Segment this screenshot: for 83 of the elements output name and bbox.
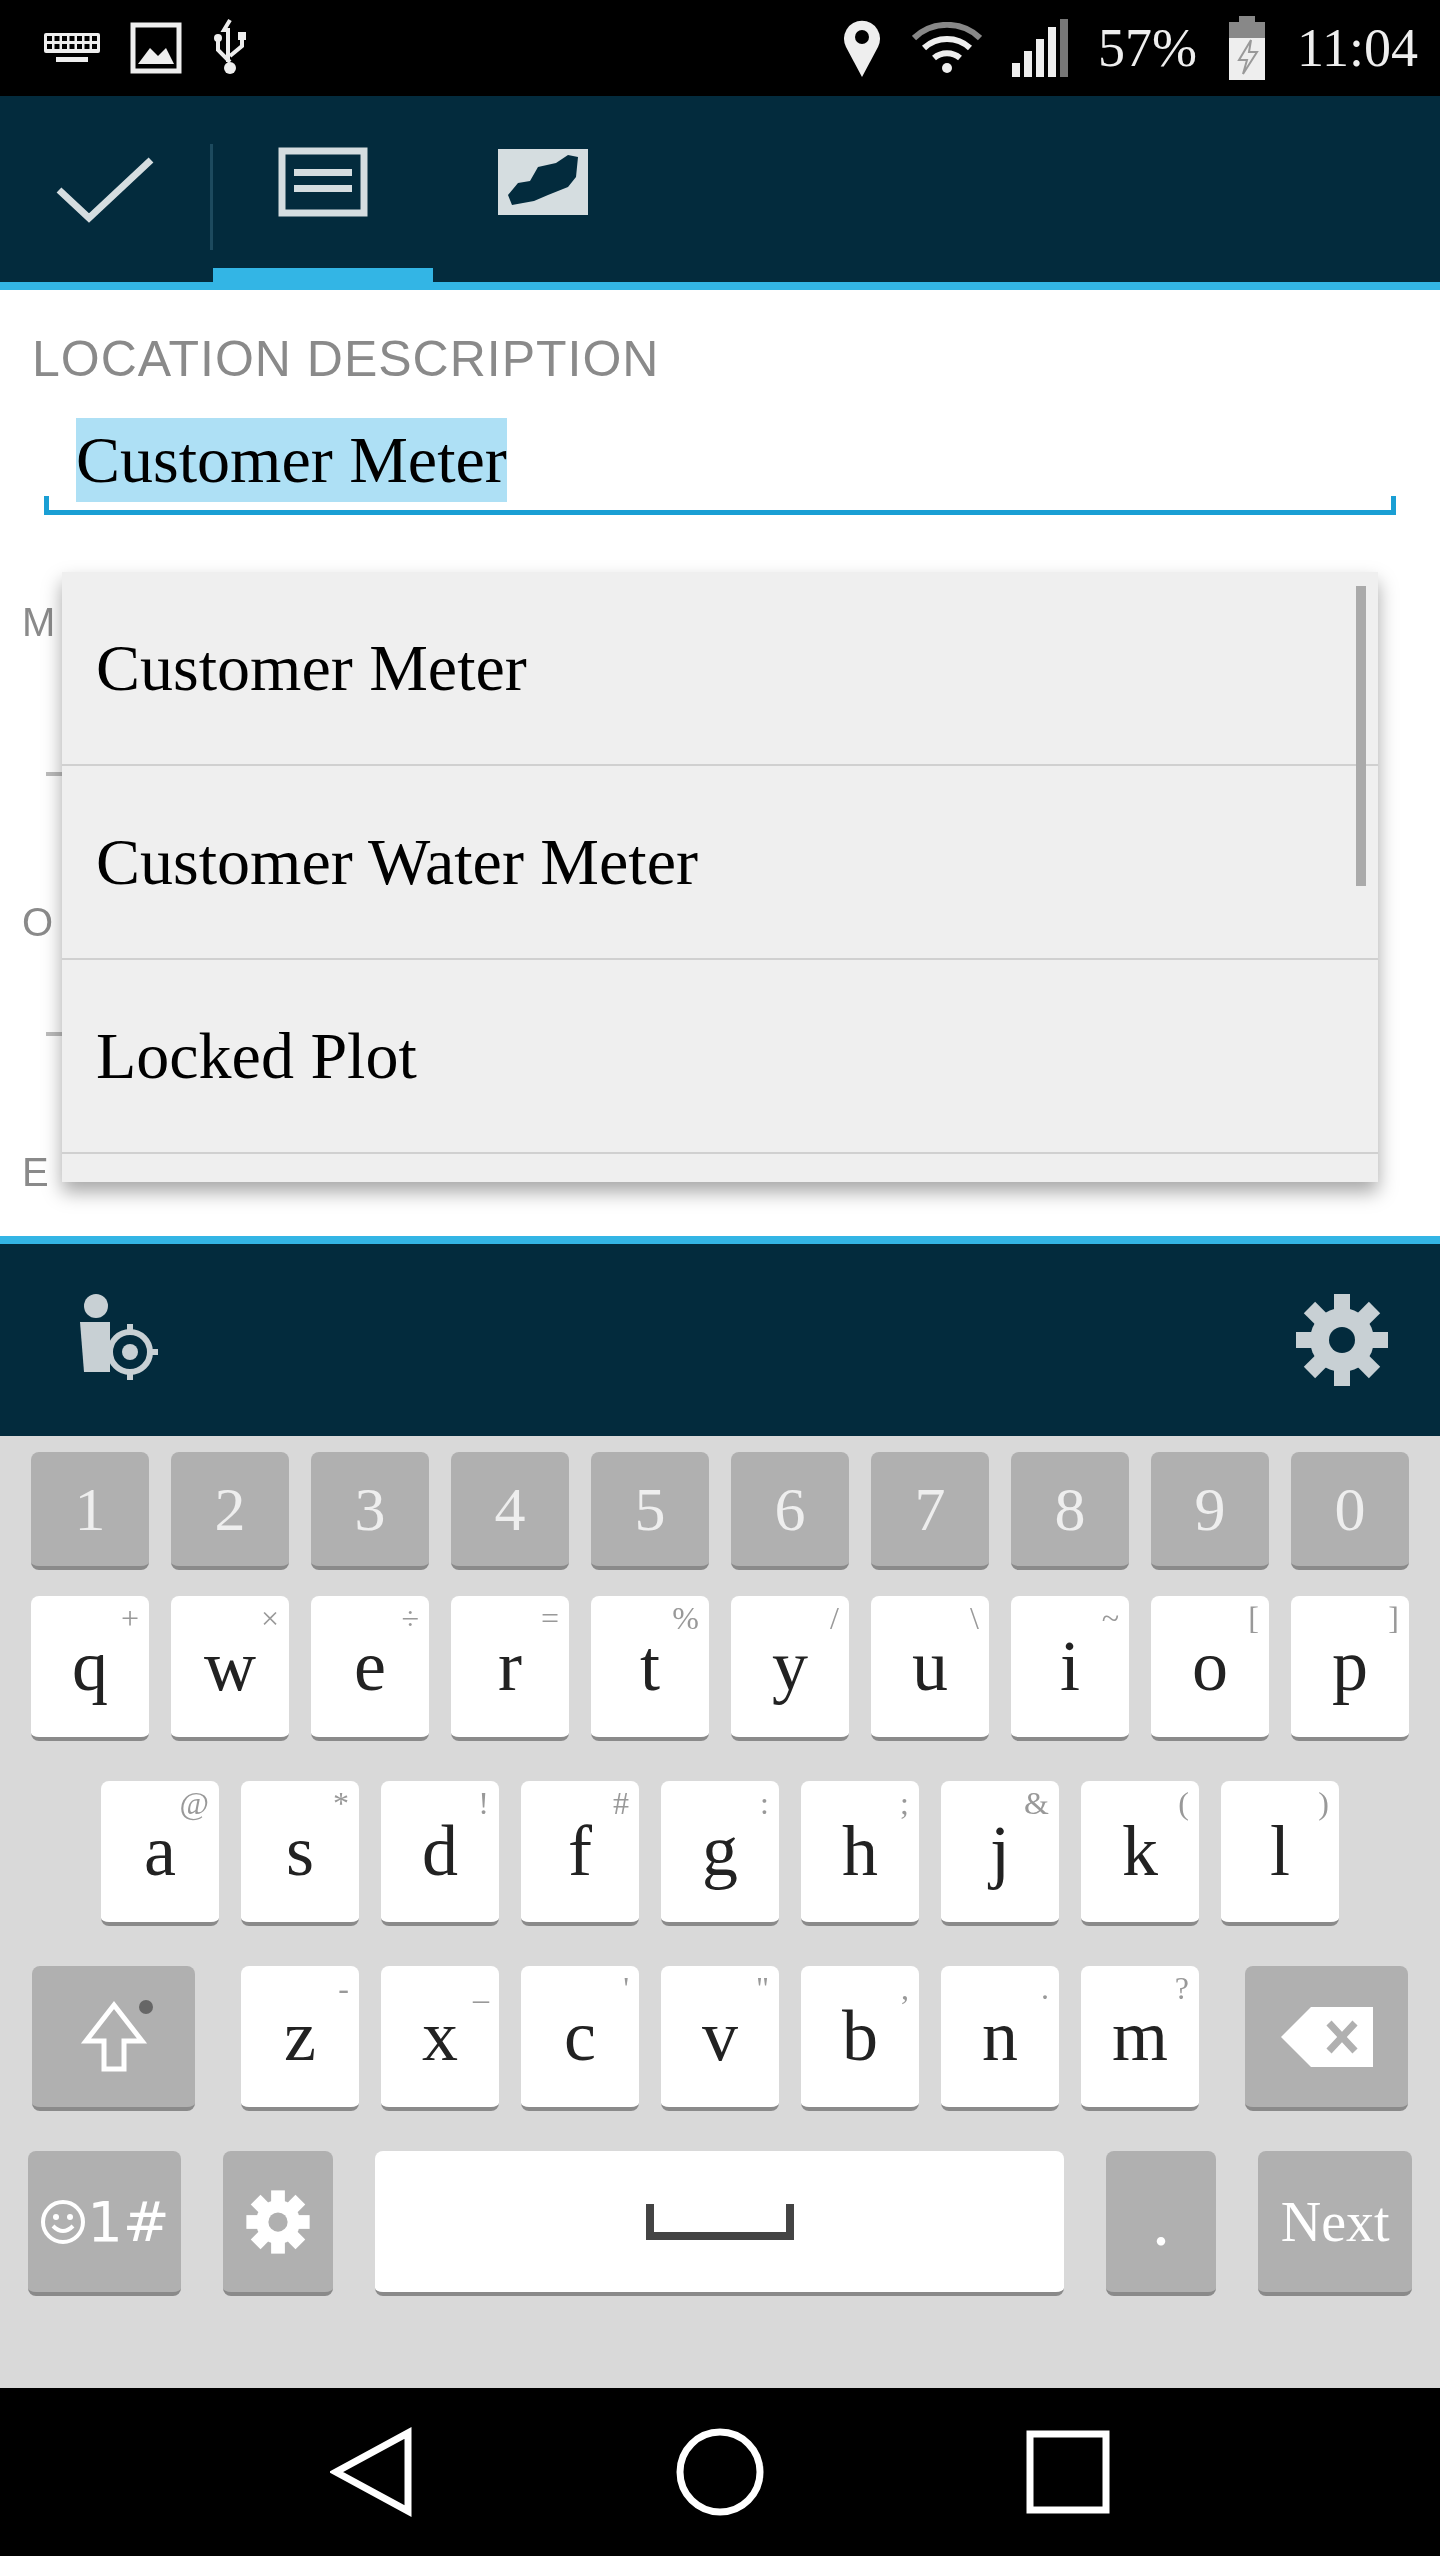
key-hint: * <box>333 1785 349 1822</box>
letter-key[interactable]: n . <box>941 1966 1059 2111</box>
recents-icon <box>1025 2430 1110 2514</box>
field-label: LOCATION DESCRIPTION <box>32 330 661 388</box>
settings-icon <box>245 2188 312 2255</box>
letter-key[interactable]: o [ <box>1151 1596 1269 1741</box>
map-icon <box>498 147 588 217</box>
letter-key[interactable]: l ) <box>1221 1781 1339 1926</box>
letter-key[interactable]: m ? <box>1081 1966 1199 2111</box>
key-hint: @ <box>179 1785 209 1822</box>
key-hint: ' <box>623 1970 629 2007</box>
key-hint: [ <box>1248 1600 1259 1637</box>
signal-icon <box>1012 19 1068 77</box>
shift-key[interactable] <box>32 1966 195 2111</box>
letter-key[interactable]: r = <box>451 1596 569 1741</box>
key-hint: ; <box>900 1785 909 1822</box>
letter-key[interactable]: y / <box>731 1596 849 1741</box>
key-hint: % <box>672 1600 699 1637</box>
smiley-icon <box>39 2197 88 2246</box>
letter-key[interactable]: j & <box>941 1781 1059 1926</box>
back-icon <box>330 2427 415 2517</box>
settings-button[interactable] <box>1294 1292 1390 1388</box>
letter-key[interactable]: w × <box>171 1596 289 1741</box>
back-button[interactable] <box>330 2427 415 2517</box>
letter-key[interactable]: c ' <box>521 1966 639 2111</box>
suggestion-item[interactable]: Locked Plot <box>62 960 1378 1154</box>
letter-key[interactable]: z - <box>241 1966 359 2111</box>
key-hint: " <box>755 1970 769 2007</box>
letter-key[interactable]: e ÷ <box>311 1596 429 1741</box>
key-hint: ! <box>478 1785 489 1822</box>
battery-icon <box>1227 16 1267 80</box>
field-label: O <box>22 900 54 945</box>
battery-percent: 57% <box>1098 17 1197 79</box>
space-bar-icon <box>645 2203 794 2240</box>
key-hint: ~ <box>1101 1600 1119 1637</box>
key-hint: . <box>1041 1970 1049 2007</box>
key-hint: × <box>260 1600 279 1637</box>
key-hint: ÷ <box>401 1600 419 1637</box>
key-hint: \ <box>970 1600 979 1637</box>
letter-key[interactable]: s * <box>241 1781 359 1926</box>
letter-key[interactable]: d ! <box>381 1781 499 1926</box>
keyboard-icon <box>44 33 100 63</box>
key-hint: ) <box>1318 1785 1329 1822</box>
backspace-key[interactable] <box>1245 1966 1408 2111</box>
letter-key[interactable]: i ~ <box>1011 1596 1129 1741</box>
field-value: Customer Meter <box>76 418 507 502</box>
settings-icon <box>1294 1292 1390 1388</box>
key-hint: = <box>540 1600 559 1637</box>
scrollbar[interactable] <box>1356 586 1366 886</box>
key-hint: : <box>760 1785 769 1822</box>
key-hint: , <box>901 1970 909 2007</box>
key-hint: ? <box>1174 1970 1189 2007</box>
letter-key[interactable]: h ; <box>801 1781 919 1926</box>
key-hint: + <box>120 1600 139 1637</box>
clock: 11:04 <box>1297 17 1418 79</box>
key-hint: - <box>338 1970 349 2007</box>
letter-key[interactable]: k ( <box>1081 1781 1199 1926</box>
key-hint: & <box>1024 1785 1049 1822</box>
key-hint: # <box>613 1785 629 1822</box>
letter-key[interactable]: b , <box>801 1966 919 2111</box>
letter-key[interactable]: q + <box>31 1596 149 1741</box>
letter-key[interactable]: a @ <box>101 1781 219 1926</box>
letter-key[interactable]: p ] <box>1291 1596 1409 1741</box>
home-icon <box>675 2427 765 2517</box>
keyboard-settings-key[interactable] <box>222 2151 334 2296</box>
wifi-icon <box>912 22 982 74</box>
key-hint: / <box>830 1600 839 1637</box>
field-label: M <box>22 600 56 645</box>
letter-key[interactable]: t % <box>591 1596 709 1741</box>
letter-key[interactable]: g : <box>661 1781 779 1926</box>
image-icon <box>130 22 182 74</box>
home-button[interactable] <box>675 2427 765 2517</box>
letter-key[interactable]: u \ <box>871 1596 989 1741</box>
key-hint: ( <box>1178 1785 1189 1822</box>
recents-button[interactable] <box>1025 2430 1110 2514</box>
letter-key[interactable]: v " <box>661 1966 779 2111</box>
form-icon <box>278 147 368 217</box>
key-hint: _ <box>473 1970 489 2007</box>
space-key[interactable] <box>375 2151 1064 2296</box>
key-hint: ] <box>1388 1600 1399 1637</box>
letter-key[interactable]: x _ <box>381 1966 499 2111</box>
field-label: E <box>22 1150 49 1195</box>
letter-key[interactable]: f # <box>521 1781 639 1926</box>
